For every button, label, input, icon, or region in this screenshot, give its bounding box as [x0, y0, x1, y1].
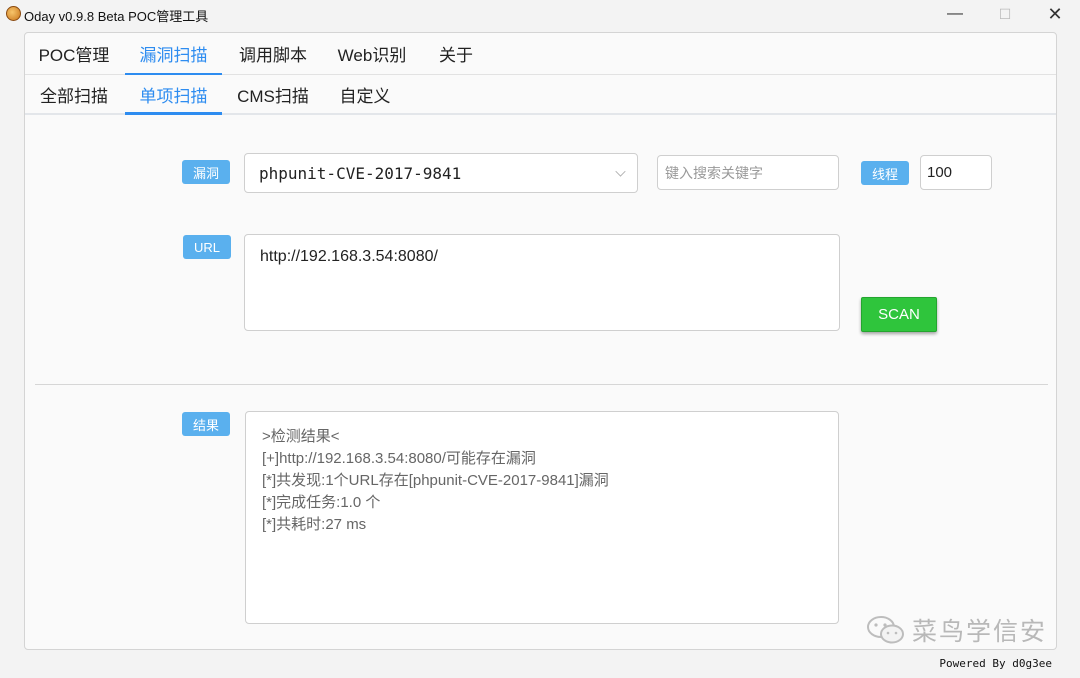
tab-cms-scan[interactable]: CMS扫描	[230, 75, 316, 113]
tab-single-scan[interactable]: 单项扫描	[125, 75, 222, 115]
thread-count-input[interactable]	[920, 155, 992, 190]
close-button[interactable]: ✕	[1030, 0, 1080, 28]
tab-custom[interactable]: 自定义	[330, 75, 400, 113]
chevron-down-icon	[615, 166, 626, 177]
result-line: [+]http://192.168.3.54:8080/可能存在漏洞	[262, 450, 536, 467]
result-output: >检测结果< [+]http://192.168.3.54:8080/可能存在漏…	[262, 426, 609, 536]
result-line: >检测结果<	[262, 428, 340, 445]
result-line: [*]完成任务:1.0 个	[262, 494, 381, 511]
sub-tab-bar: 全部扫描 单项扫描 CMS扫描 自定义	[25, 75, 1056, 115]
url-value: http://192.168.3.54:8080/	[260, 248, 438, 265]
wechat-icon	[866, 615, 906, 645]
result-textarea[interactable]: >检测结果< [+]http://192.168.3.54:8080/可能存在漏…	[245, 411, 839, 624]
app-icon	[6, 6, 21, 21]
title-bar: Oday v0.9.8 Beta POC管理工具 — ☐ ✕	[0, 0, 1080, 28]
minimize-button[interactable]: —	[930, 0, 980, 28]
watermark-text: 菜鸟学信安	[912, 618, 1048, 646]
tab-full-scan[interactable]: 全部扫描	[31, 75, 117, 113]
tab-web-identify[interactable]: Web识别	[327, 33, 417, 74]
maximize-button[interactable]: ☐	[980, 0, 1030, 28]
scan-button[interactable]: SCAN	[861, 297, 937, 332]
vuln-select[interactable]: phpunit-CVE-2017-9841	[244, 153, 638, 193]
result-line: [*]共发现:1个URL存在[phpunit-CVE-2017-9841]漏洞	[262, 472, 609, 489]
result-line: [*]共耗时:27 ms	[262, 516, 367, 533]
window-title: Oday v0.9.8 Beta POC管理工具	[24, 9, 209, 24]
main-tab-bar: POC管理 漏洞扫描 调用脚本 Web识别 关于	[25, 33, 1056, 75]
main-panel: POC管理 漏洞扫描 调用脚本 Web识别 关于 全部扫描 单项扫描 CMS扫描…	[24, 32, 1057, 650]
footer-credit: Powered By d0g3ee	[939, 657, 1052, 670]
thread-label: 线程	[861, 161, 910, 185]
tab-about[interactable]: 关于	[429, 33, 483, 74]
vuln-label: 漏洞	[182, 160, 231, 184]
tab-call-script[interactable]: 调用脚本	[230, 33, 316, 74]
result-label: 结果	[182, 412, 231, 436]
url-label: URL	[183, 235, 232, 259]
tab-vuln-scan[interactable]: 漏洞扫描	[125, 33, 222, 75]
url-textarea[interactable]: http://192.168.3.54:8080/	[244, 234, 840, 331]
search-input[interactable]	[657, 155, 839, 190]
tab-poc-manage[interactable]: POC管理	[31, 33, 117, 74]
vuln-select-value: phpunit-CVE-2017-9841	[259, 164, 462, 183]
watermark: 菜鸟学信安	[866, 612, 1047, 648]
section-divider	[35, 384, 1048, 385]
